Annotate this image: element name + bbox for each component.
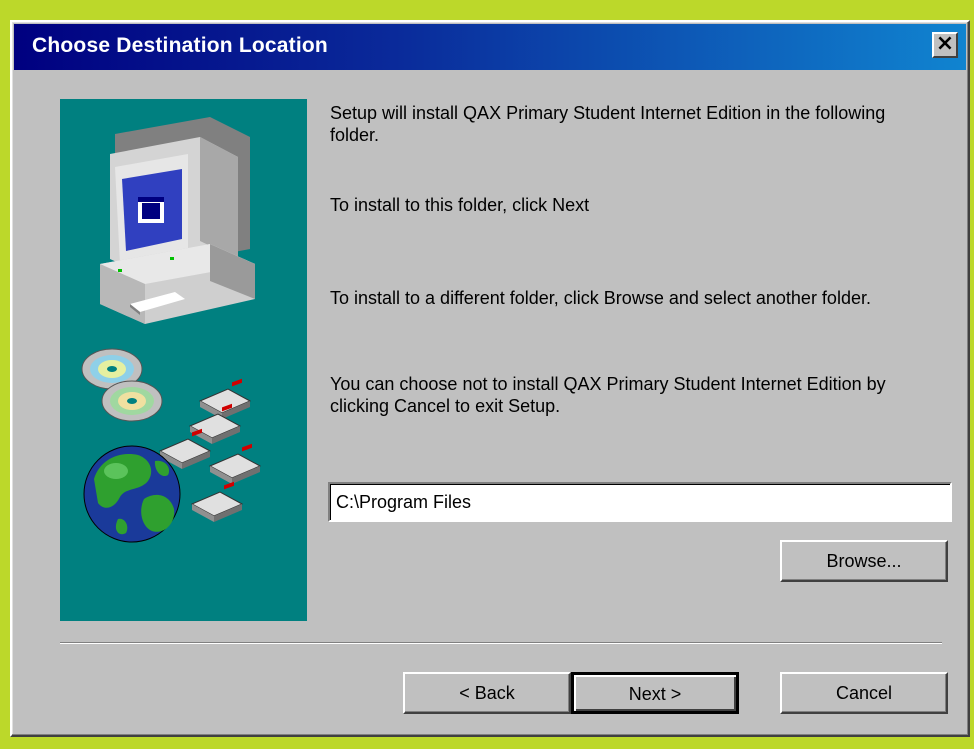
computer-icon (100, 117, 255, 324)
setup-illustration (81, 117, 262, 543)
window-title: Choose Destination Location (32, 34, 328, 57)
message-click-next: To install to this folder, click Next (330, 195, 590, 215)
globe-icon (83, 445, 181, 543)
setup-illustration-panel (60, 99, 307, 621)
browse-button[interactable]: Browse... (780, 540, 948, 582)
close-icon: × (935, 31, 955, 56)
setup-dialog: Choose Destination Location × Setup will… (10, 20, 970, 737)
message-click-cancel: You can choose not to install QAX Primar… (330, 374, 886, 416)
separator (60, 642, 942, 644)
close-button[interactable]: × (932, 32, 958, 58)
title-bar[interactable]: Choose Destination Location × (14, 24, 966, 70)
cancel-button[interactable]: Cancel (780, 672, 948, 714)
cd-icon (81, 348, 163, 422)
message-install-folder: Setup will install QAX Primary Student I… (330, 103, 886, 145)
message-click-browse: To install to a different folder, click … (330, 288, 871, 308)
next-button[interactable]: Next > (571, 672, 739, 714)
destination-path-input[interactable] (328, 482, 952, 522)
back-button[interactable]: < Back (403, 672, 571, 714)
